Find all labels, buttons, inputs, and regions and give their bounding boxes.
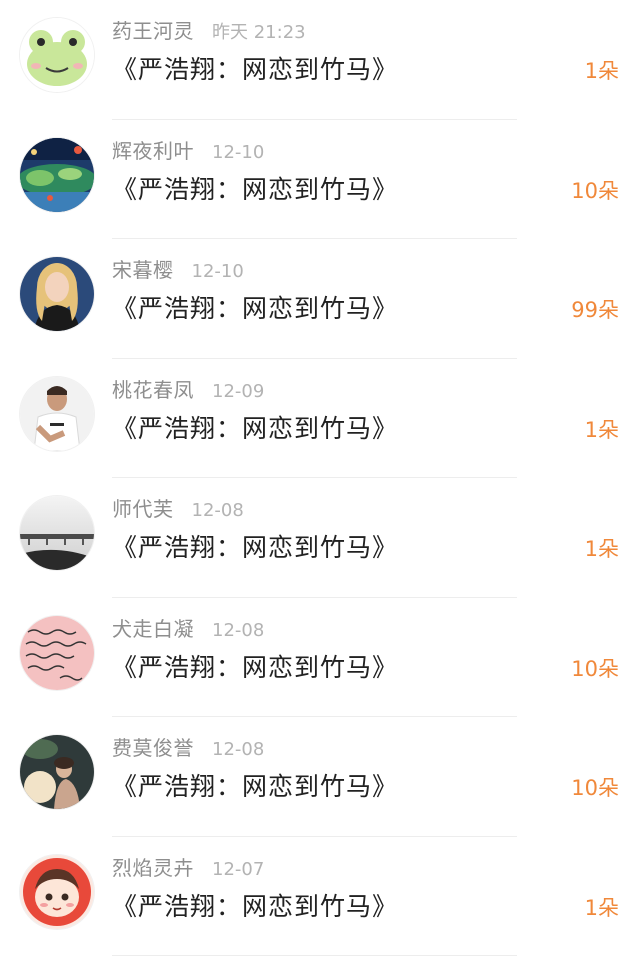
book-title[interactable]: 《严浩翔：网恋到竹马》 <box>112 767 398 803</box>
flower-count: 1朵 <box>584 417 619 442</box>
handwriting-avatar[interactable] <box>20 615 94 690</box>
book-title[interactable]: 《严浩翔：网恋到竹马》 <box>112 289 398 325</box>
bridge-avatar[interactable] <box>20 496 94 570</box>
list-item[interactable]: 辉夜利叶 12-10 《严浩翔：网恋到竹马》 10朵 <box>0 120 640 239</box>
book-title[interactable]: 《严浩翔：网恋到竹马》 <box>112 409 398 445</box>
item-meta: 药王河灵 昨天 21:23 <box>112 15 306 45</box>
timestamp: 12-07 <box>212 858 265 880</box>
timestamp: 12-08 <box>212 739 265 760</box>
timestamp: 12-10 <box>212 141 265 163</box>
list-item[interactable]: 药王河灵 昨天 21:23 《严浩翔：网恋到竹马》 1朵 <box>0 0 640 120</box>
item-meta: 桃花春凤 12-09 <box>112 374 264 404</box>
user-name[interactable]: 师代芙 <box>112 493 174 522</box>
frog-avatar[interactable] <box>20 18 94 92</box>
timestamp: 12-09 <box>212 380 265 402</box>
man-photo-avatar[interactable] <box>20 376 94 451</box>
timestamp: 12-10 <box>191 261 244 282</box>
book-title[interactable]: 《严浩翔：网恋到竹马》 <box>112 887 398 923</box>
divider <box>112 955 517 956</box>
list-item[interactable]: 宋暮樱 12-10 《严浩翔：网恋到竹马》 99朵 <box>0 239 640 359</box>
user-name[interactable]: 烈焰灵卉 <box>112 852 194 881</box>
item-meta: 烈焰灵卉 12-07 <box>112 852 264 882</box>
moon-girl-avatar[interactable] <box>20 735 94 809</box>
user-name[interactable]: 辉夜利叶 <box>112 135 194 164</box>
item-meta: 犬走白凝 12-08 <box>112 613 264 643</box>
flower-count: 1朵 <box>584 59 619 83</box>
flower-count: 10朵 <box>571 776 619 800</box>
book-title[interactable]: 《严浩翔：网恋到竹马》 <box>112 170 398 206</box>
list-item[interactable]: 桃花春凤 12-09 《严浩翔：网恋到竹马》 1朵 <box>0 359 640 478</box>
user-name[interactable]: 犬走白凝 <box>112 613 194 642</box>
timestamp: 12-08 <box>191 500 244 521</box>
flower-count: 10朵 <box>571 178 619 203</box>
timestamp: 昨天 21:23 <box>212 22 306 43</box>
item-meta: 辉夜利叶 12-10 <box>112 135 264 165</box>
item-meta: 师代芙 12-08 <box>112 493 244 523</box>
blonde-girl-avatar[interactable] <box>20 257 94 331</box>
book-title[interactable]: 《严浩翔：网恋到竹马》 <box>112 50 398 86</box>
book-title[interactable]: 《严浩翔：网恋到竹马》 <box>112 648 398 684</box>
flower-count: 1朵 <box>584 895 619 920</box>
user-name[interactable]: 宋暮樱 <box>112 254 174 283</box>
flower-count: 10朵 <box>571 656 619 681</box>
book-title[interactable]: 《严浩翔：网恋到竹马》 <box>112 528 398 564</box>
cartoon-girl-avatar[interactable] <box>20 854 94 929</box>
user-name[interactable]: 药王河灵 <box>112 15 194 44</box>
list-item[interactable]: 烈焰灵卉 12-07 《严浩翔：网恋到竹马》 1朵 <box>0 837 640 956</box>
item-meta: 宋暮樱 12-10 <box>112 254 244 284</box>
list-item[interactable]: 费莫俊誉 12-08 《严浩翔：网恋到竹马》 10朵 <box>0 717 640 837</box>
flower-count: 1朵 <box>584 537 619 561</box>
gift-record-list: 药王河灵 昨天 21:23 《严浩翔：网恋到竹马》 1朵 辉夜利叶 12-10 <box>0 0 640 958</box>
flower-count: 99朵 <box>571 298 619 322</box>
item-meta: 费莫俊誉 12-08 <box>112 732 264 762</box>
landscape-avatar[interactable] <box>20 137 94 212</box>
timestamp: 12-08 <box>212 619 265 641</box>
user-name[interactable]: 桃花春凤 <box>112 374 194 403</box>
list-item[interactable]: 师代芙 12-08 《严浩翔：网恋到竹马》 1朵 <box>0 478 640 598</box>
user-name[interactable]: 费莫俊誉 <box>112 732 194 761</box>
list-item[interactable]: 犬走白凝 12-08 《严浩翔：网恋到竹马》 10朵 <box>0 598 640 717</box>
